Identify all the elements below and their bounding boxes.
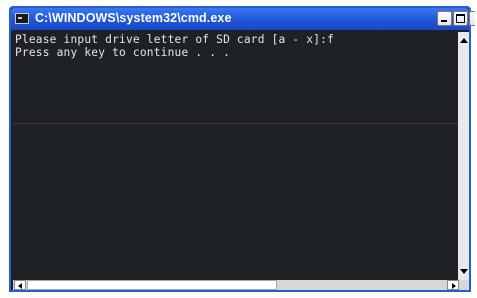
- console-output[interactable]: Please input drive letter of SD card [a …: [13, 32, 458, 280]
- scroll-right-icon[interactable]: [447, 280, 459, 290]
- minimize-icon[interactable]: [437, 11, 452, 26]
- window-title: C:\WINDOWS\system32\cmd.exe: [35, 11, 232, 25]
- scroll-up-icon[interactable]: [460, 38, 468, 43]
- cmd-window: C:\WINDOWS\system32\cmd.exe Please input…: [9, 6, 475, 292]
- horizontal-scrollbar[interactable]: [13, 280, 469, 290]
- scroll-left-icon[interactable]: [14, 280, 26, 290]
- scroll-down-icon[interactable]: [460, 269, 468, 274]
- vertical-scrollbar[interactable]: [458, 32, 469, 280]
- cmd-icon[interactable]: [15, 13, 29, 24]
- close-icon[interactable]: [469, 11, 475, 26]
- maximize-icon[interactable]: [453, 11, 468, 26]
- horizontal-scroll-thumb[interactable]: [27, 280, 277, 290]
- screen-artifact-line: [13, 123, 458, 124]
- title-bar[interactable]: C:\WINDOWS\system32\cmd.exe: [11, 8, 475, 30]
- console-line-prompt: Please input drive letter of SD card [a …: [15, 33, 335, 46]
- console-line-continue: Press any key to continue . . .: [15, 46, 230, 59]
